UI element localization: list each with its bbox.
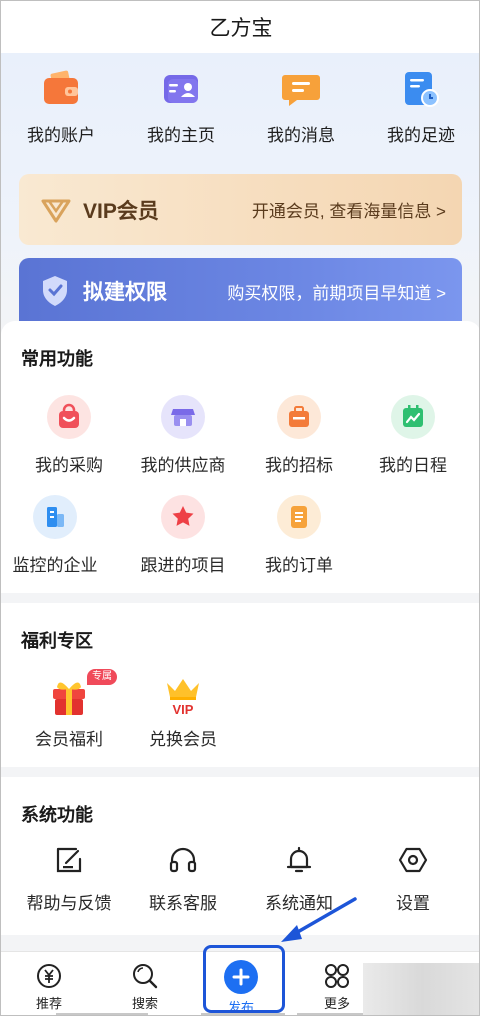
settings-icon (398, 847, 428, 873)
calendar-chart-icon (391, 395, 435, 439)
grid-item-help-feedback[interactable]: 帮助与反馈 (9, 845, 129, 914)
grid-item-label: 我的订单 (265, 556, 333, 575)
welfare-card: 福利专区 会员福利 VIP 兑换会员 (1, 603, 479, 767)
message-icon (282, 75, 320, 106)
grid-item-customer-service[interactable]: 联系客服 (123, 845, 243, 914)
plan-title: 拟建权限 (83, 281, 167, 304)
yen-icon (37, 964, 61, 988)
building-icon (33, 495, 77, 539)
grid-item-label: 监控的企业 (12, 556, 98, 575)
vip-banner[interactable]: VIP会员 开通会员, 查看海量信息 > (19, 174, 462, 245)
publish-highlight-box (203, 945, 285, 1013)
section-title: 福利专区 (21, 631, 93, 651)
id-card-icon (164, 75, 198, 103)
bell-icon (286, 846, 312, 873)
grid-icon (325, 964, 349, 988)
vip-icon-text: VIP (173, 702, 194, 717)
quick-link-label: 我的主页 (147, 126, 215, 145)
grid-item-orders[interactable]: 我的订单 (239, 495, 359, 576)
grid-item-label: 我的供应商 (140, 456, 226, 475)
tab-label: 搜索 (131, 996, 158, 1011)
grid-item-suppliers[interactable]: 我的供应商 (123, 395, 243, 476)
order-icon (277, 495, 321, 539)
grid-item-redeem-membership[interactable]: VIP 兑换会员 (123, 673, 243, 750)
quick-link-messages[interactable]: 我的消息 (241, 63, 361, 153)
grid-item-label: 我的招标 (265, 456, 333, 475)
grid-item-label: 兑换会员 (149, 730, 217, 749)
common-functions-card: 常用功能 我的采购 我的供应商 我的招标 我的日程 监控的企业 跟进的项目 我的… (1, 321, 479, 593)
system-functions-card: 系统功能 帮助与反馈 联系客服 系统通知 设置 (1, 777, 479, 935)
section-title: 系统功能 (21, 805, 93, 825)
grid-item-schedule[interactable]: 我的日程 (353, 395, 473, 476)
shield-icon (43, 276, 67, 306)
search-icon (133, 964, 158, 989)
blurred-region (363, 963, 479, 1015)
wallet-icon (44, 70, 78, 104)
grid-item-purchase[interactable]: 我的采购 (9, 395, 129, 476)
grid-item-bidding[interactable]: 我的招标 (239, 395, 359, 476)
quick-links: 我的账户 我的主页 我的消息 我的足迹 (1, 63, 479, 153)
exclusive-badge: 专属 (87, 669, 117, 685)
store-icon (161, 395, 205, 439)
quick-link-homepage[interactable]: 我的主页 (121, 63, 241, 153)
grid-item-label: 跟进的项目 (140, 556, 226, 575)
app-frame: 乙方宝 我的账户 我的主页 我的消息 我的足迹 VIP会员 开通会员, 查看海量… (0, 0, 480, 1016)
quick-link-history[interactable]: 我的足迹 (361, 63, 479, 153)
plan-permission-banner[interactable]: 拟建权限 购买权限，前期项目早知道 > (19, 258, 462, 324)
gift-icon (53, 682, 85, 715)
pointer-arrow-icon (281, 897, 357, 942)
history-icon (405, 72, 439, 107)
feedback-icon (56, 847, 82, 873)
tab-label: 推荐 (35, 996, 62, 1011)
grid-item-label: 设置 (396, 894, 430, 913)
vip-subtitle: 开通会员, 查看海量信息 > (251, 202, 446, 221)
quick-link-label: 我的足迹 (387, 126, 455, 145)
star-icon (161, 495, 205, 539)
tab-recommend[interactable]: 推荐 (9, 952, 89, 1015)
shopping-bag-icon (47, 395, 91, 439)
grid-item-label: 我的日程 (379, 456, 447, 475)
page-title: 乙方宝 (1, 1, 479, 53)
plan-subtitle: 购买权限，前期项目早知道 > (227, 283, 446, 303)
tab-label: 更多 (323, 996, 350, 1011)
grid-item-label: 我的采购 (35, 456, 103, 475)
quick-link-label: 我的消息 (267, 126, 335, 145)
section-title: 常用功能 (21, 349, 93, 369)
grid-item-label: 联系客服 (149, 894, 217, 913)
headset-icon (169, 847, 197, 873)
grid-item-monitored-companies[interactable]: 监控的企业 (1, 495, 115, 576)
quick-link-label: 我的账户 (27, 126, 95, 145)
grid-item-followed-projects[interactable]: 跟进的项目 (123, 495, 243, 576)
tab-search[interactable]: 搜索 (105, 952, 185, 1015)
grid-item-settings[interactable]: 设置 (353, 845, 473, 914)
briefcase-icon (277, 395, 321, 439)
grid-item-label: 帮助与反馈 (26, 894, 112, 913)
grid-item-label: 会员福利 (35, 730, 103, 749)
quick-link-account[interactable]: 我的账户 (1, 63, 121, 153)
diamond-icon (41, 199, 71, 222)
vip-crown-icon: VIP (167, 679, 199, 717)
vip-title: VIP会员 (83, 199, 159, 223)
